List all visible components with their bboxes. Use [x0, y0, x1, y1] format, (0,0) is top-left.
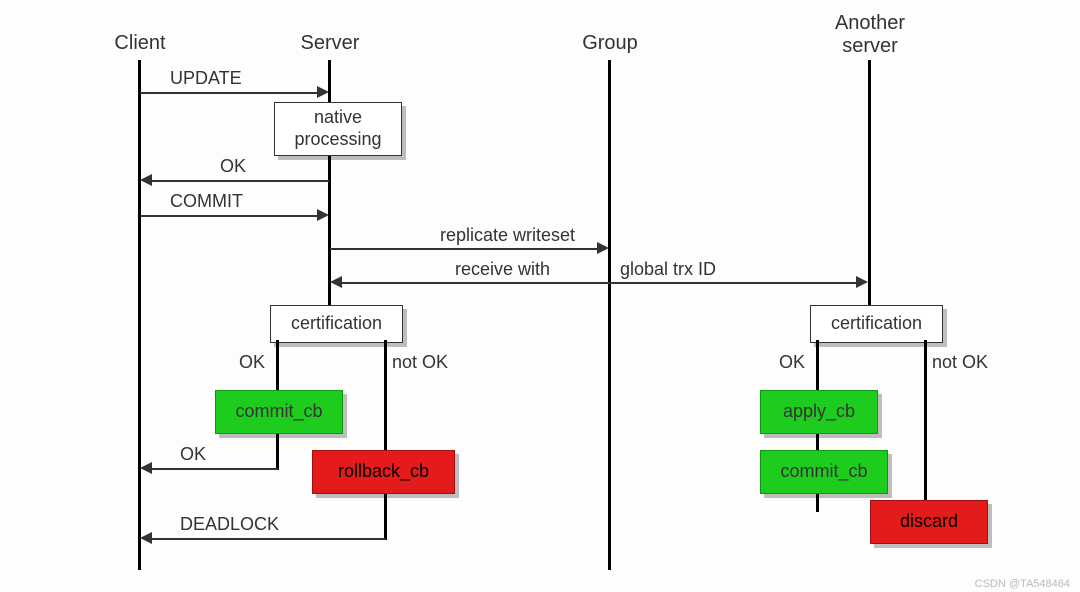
- box-commit-cb-right: commit_cb: [760, 450, 888, 494]
- arrow-deadlock-head: [140, 532, 152, 544]
- lifeline-client: [138, 60, 141, 570]
- label-ok-right: OK: [779, 352, 805, 373]
- msg-receive: receive with: [455, 259, 550, 280]
- msg-commit: COMMIT: [170, 191, 243, 212]
- arrow-ok2-head: [140, 462, 152, 474]
- label-ok-left: OK: [239, 352, 265, 373]
- arrow-ok1: [152, 180, 329, 182]
- lifeline-group-label: Group: [582, 32, 638, 55]
- msg-global-trx: global trx ID: [620, 259, 716, 280]
- label-notok-right: not OK: [932, 352, 988, 373]
- arrow-ok1-head: [140, 174, 152, 186]
- arrow-ok2: [152, 468, 278, 470]
- arrow-replicate: [330, 248, 597, 250]
- arrow-receive: [342, 282, 856, 284]
- lifeline-client-label: Client: [114, 32, 165, 55]
- arrow-receive-head-right: [856, 276, 868, 288]
- msg-deadlock: DEADLOCK: [180, 514, 279, 535]
- arrow-commit: [140, 215, 317, 217]
- msg-ok1: OK: [220, 156, 246, 177]
- watermark: CSDN @TA548464: [975, 578, 1070, 590]
- arrow-commit-head: [317, 209, 329, 221]
- box-apply-cb: apply_cb: [760, 390, 878, 434]
- branch-left-notok-line: [384, 340, 387, 540]
- arrow-replicate-head: [597, 242, 609, 254]
- arrow-update: [140, 92, 317, 94]
- box-native-processing: native processing: [274, 102, 402, 156]
- lifeline-group: [608, 60, 611, 570]
- msg-update: UPDATE: [170, 68, 242, 89]
- arrow-deadlock: [152, 538, 386, 540]
- lifeline-another: [868, 60, 871, 305]
- label-notok-left: not OK: [392, 352, 448, 373]
- arrow-update-head: [317, 86, 329, 98]
- box-discard: discard: [870, 500, 988, 544]
- lifeline-server-label: Server: [301, 32, 360, 55]
- msg-ok2: OK: [180, 444, 206, 465]
- arrow-receive-head-left: [330, 276, 342, 288]
- sequence-diagram: Client Server Group Another server UPDAT…: [0, 0, 1080, 592]
- box-commit-cb-left: commit_cb: [215, 390, 343, 434]
- lifeline-another-label: Another server: [835, 12, 905, 58]
- box-certification-right: certification: [810, 305, 943, 343]
- box-certification-left: certification: [270, 305, 403, 343]
- msg-replicate: replicate writeset: [440, 225, 575, 246]
- box-rollback-cb: rollback_cb: [312, 450, 455, 494]
